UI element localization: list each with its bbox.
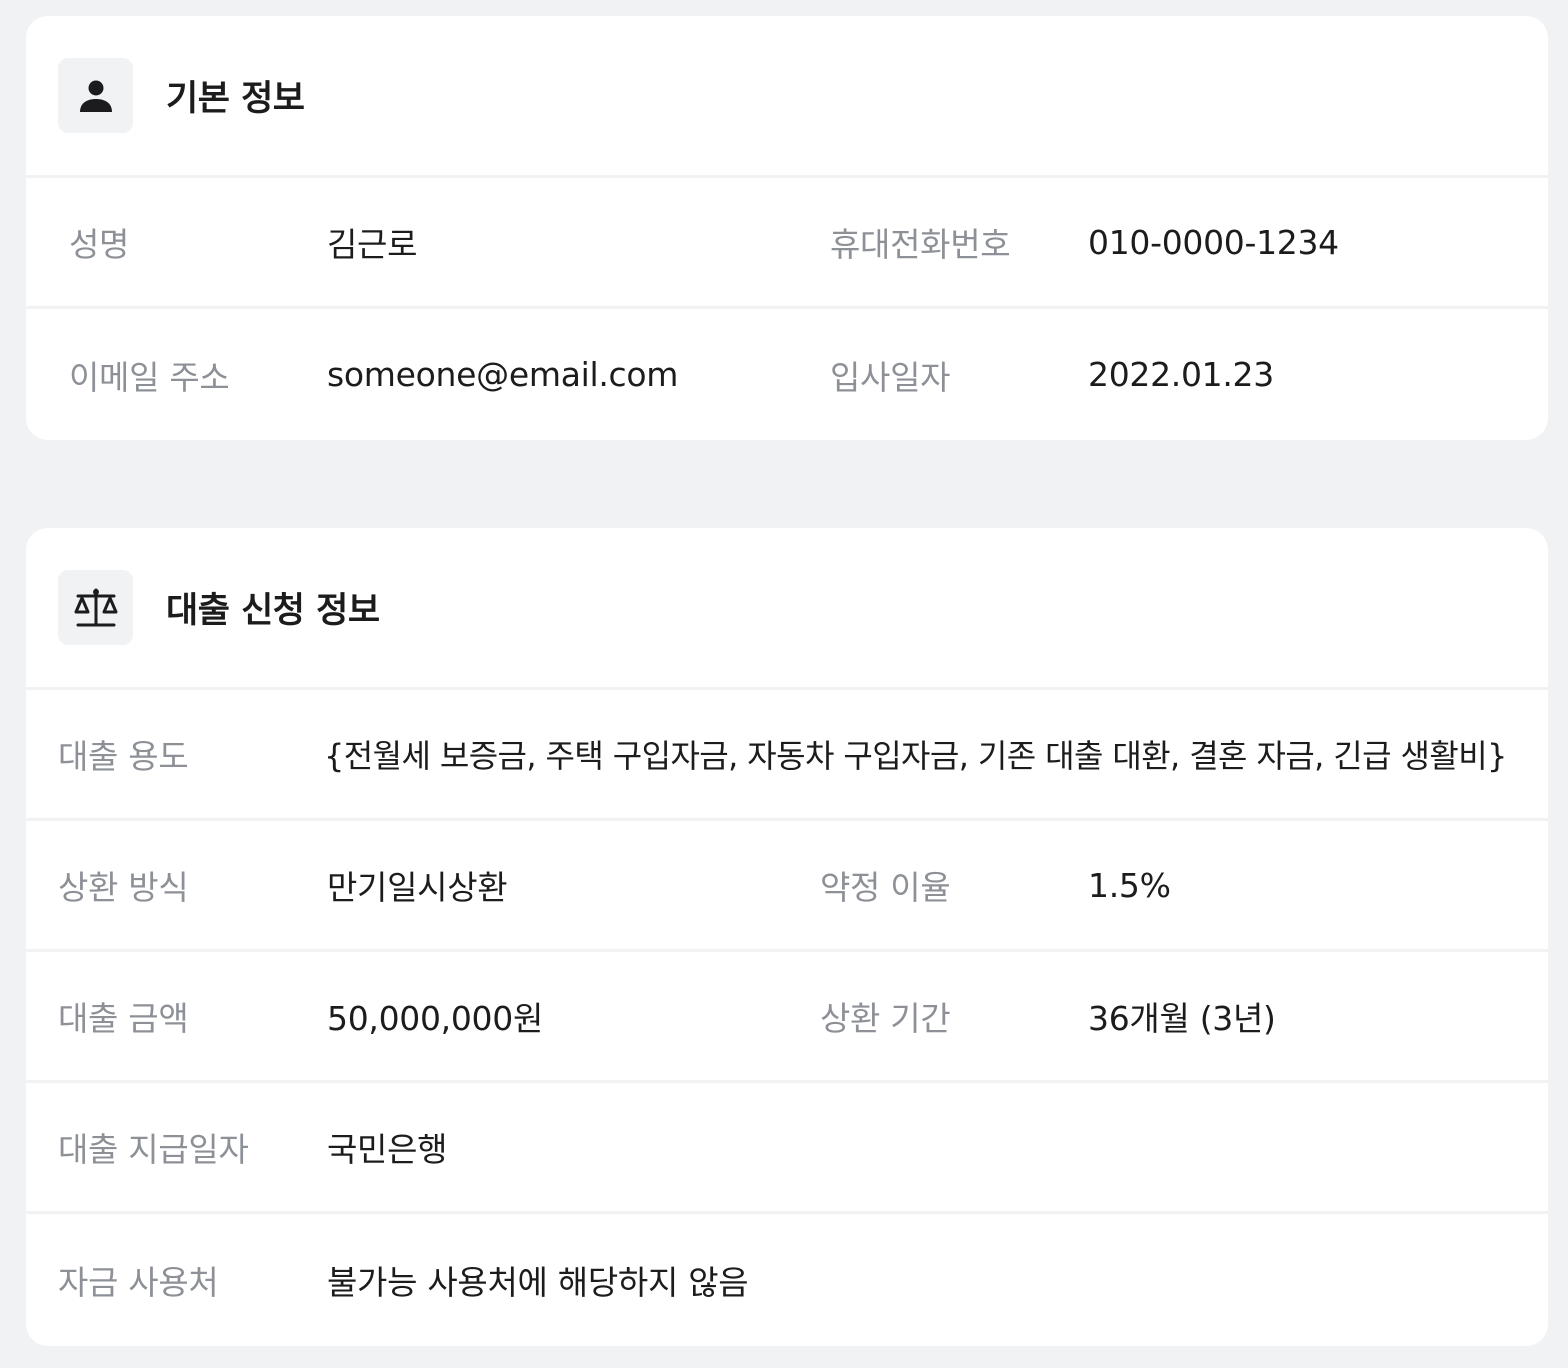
info-row: 상환 방식 만기일시상환 약정 이율 1.5% bbox=[26, 821, 1548, 952]
loan-purpose-value: {전월세 보증금, 주택 구입자금, 자동차 구입자금, 기존 대출 대환, 결… bbox=[324, 737, 1507, 775]
person-icon bbox=[58, 58, 133, 133]
loan-info-title: 대출 신청 정보 bbox=[166, 591, 380, 631]
name-value: 김근로 bbox=[327, 225, 418, 264]
phone-label: 휴대전화번호 bbox=[830, 225, 1011, 264]
info-row: 대출 금액 50,000,000원 상환 기간 36개월 (3년) bbox=[26, 952, 1548, 1083]
repayment-method-label: 상환 방식 bbox=[58, 868, 189, 907]
info-row: 자금 사용처 불가능 사용처에 해당하지 않음 bbox=[26, 1214, 1548, 1345]
loan-info-card: 대출 신청 정보 대출 용도 {전월세 보증금, 주택 구입자금, 자동차 구입… bbox=[26, 528, 1548, 1346]
basic-info-title: 기본 정보 bbox=[166, 79, 305, 119]
loan-info-header: 대출 신청 정보 bbox=[26, 528, 1548, 690]
name-label: 성명 bbox=[69, 225, 130, 264]
info-row: 성명 김근로 휴대전화번호 010-0000-1234 bbox=[26, 178, 1548, 309]
info-row: 대출 지급일자 국민은행 bbox=[26, 1083, 1548, 1214]
hire-date-label: 입사일자 bbox=[830, 357, 951, 397]
basic-info-header: 기본 정보 bbox=[26, 16, 1548, 178]
interest-rate-value: 1.5% bbox=[1088, 865, 1171, 905]
scale-icon bbox=[58, 570, 133, 645]
basic-info-card: 기본 정보 성명 김근로 휴대전화번호 010-0000-1234 이메일 주소… bbox=[26, 16, 1548, 440]
info-row: 대출 용도 {전월세 보증금, 주택 구입자금, 자동차 구입자금, 기존 대출… bbox=[26, 690, 1548, 821]
repayment-method-value: 만기일시상환 bbox=[327, 868, 508, 907]
fund-usage-value: 불가능 사용처에 해당하지 않음 bbox=[327, 1262, 749, 1302]
email-value: someone@email.com bbox=[327, 355, 679, 394]
disbursement-value: 국민은행 bbox=[327, 1130, 448, 1169]
fund-usage-label: 자금 사용처 bbox=[58, 1262, 219, 1302]
email-label: 이메일 주소 bbox=[69, 357, 230, 397]
interest-rate-label: 약정 이율 bbox=[820, 868, 951, 907]
loan-amount-label: 대출 금액 bbox=[58, 999, 189, 1038]
info-row: 이메일 주소 someone@email.com 입사일자 2022.01.23 bbox=[26, 309, 1548, 440]
disbursement-label: 대출 지급일자 bbox=[58, 1130, 249, 1169]
hire-date-value: 2022.01.23 bbox=[1088, 355, 1274, 394]
phone-value: 010-0000-1234 bbox=[1088, 222, 1339, 262]
loan-amount-value: 50,000,000원 bbox=[327, 999, 544, 1038]
repayment-period-value: 36개월 (3년) bbox=[1088, 999, 1276, 1038]
loan-purpose-label: 대출 용도 bbox=[58, 737, 189, 776]
repayment-period-label: 상환 기간 bbox=[820, 999, 951, 1038]
